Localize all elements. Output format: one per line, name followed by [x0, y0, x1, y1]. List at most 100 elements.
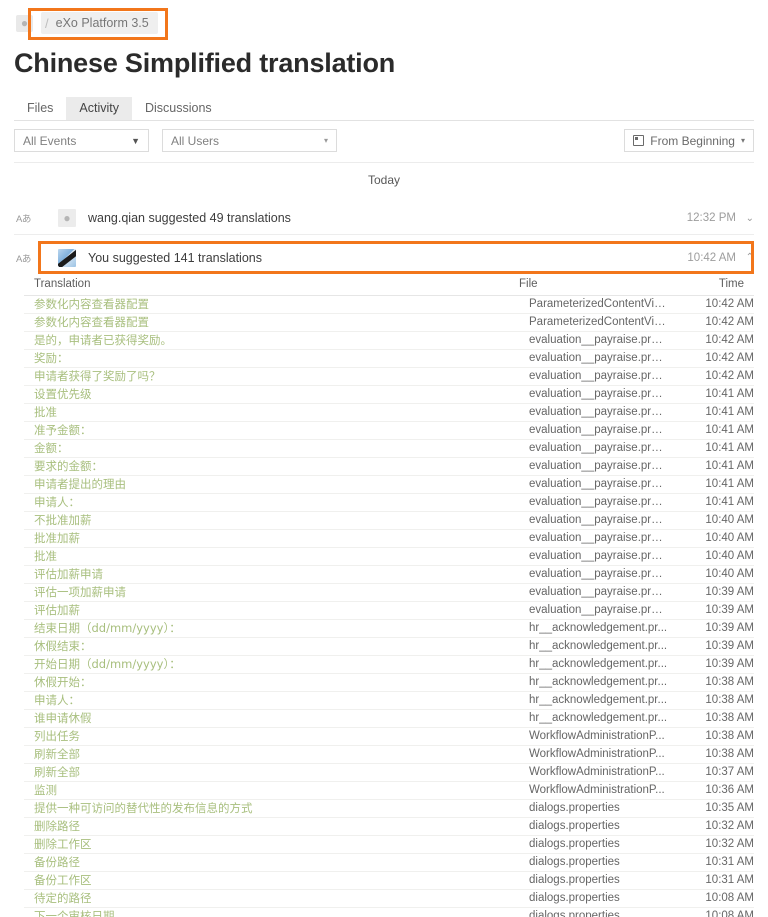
cell-translation[interactable]: 刷新全部	[24, 763, 519, 782]
table-row[interactable]: 评估加薪 evaluation__payraise.prop... 10:39 AM	[24, 601, 754, 620]
table-row[interactable]: 列出任务 WorkflowAdministrationP... 10:38 AM	[24, 727, 754, 746]
table-row[interactable]: 准予金额： evaluation__payraise.prop... 10:41 A…	[24, 421, 754, 440]
chevron-up-icon[interactable]: ⌃	[740, 252, 754, 263]
cell-translation[interactable]: 提供一种可访问的替代性的发布信息的方式	[24, 799, 519, 818]
cell-translation[interactable]: 参数化内容查看器配置	[24, 313, 519, 332]
cell-translation[interactable]: 休假结束：	[24, 637, 519, 656]
table-row[interactable]: 批准 evaluation__payraise.prop... 10:41 AM	[24, 403, 754, 422]
cell-translation[interactable]: 申请人：	[24, 493, 519, 512]
cell-translation[interactable]: 申请人：	[24, 691, 519, 710]
column-header-translation[interactable]: Translation	[24, 276, 519, 296]
cell-translation[interactable]: 待定的路径	[24, 889, 519, 908]
table-row[interactable]: 申请者提出的理由 evaluation__payraise.prop... 10:4…	[24, 475, 754, 494]
activity-text: wang.qian suggested 49 translations	[88, 211, 291, 225]
cell-translation[interactable]: 奖励：	[24, 349, 519, 368]
cell-file: ParameterizedContentVie...	[519, 295, 669, 314]
column-header-time[interactable]: Time	[669, 276, 754, 296]
cell-translation[interactable]: 准予金额：	[24, 421, 519, 440]
cell-translation[interactable]: 金额：	[24, 439, 519, 458]
tab-discussions[interactable]: Discussions	[132, 97, 225, 120]
cell-translation[interactable]: 列出任务	[24, 727, 519, 746]
table-row[interactable]: 是的，申请者已获得奖励。 evaluation__payraise.prop...…	[24, 331, 754, 350]
table-row[interactable]: 申请人： evaluation__payraise.prop... 10:41 AM	[24, 493, 754, 512]
table-row[interactable]: 刷新全部 WorkflowAdministrationP... 10:37 AM	[24, 763, 754, 782]
table-row[interactable]: 申请者获得了奖励了吗？ evaluation__payraise.prop... 1…	[24, 367, 754, 386]
cell-translation[interactable]: 结束日期（dd/mm/yyyy）：	[24, 619, 519, 638]
cell-translation[interactable]: 监测	[24, 781, 519, 800]
table-row[interactable]: 要求的金额： evaluation__payraise.prop... 10:41 …	[24, 457, 754, 476]
cell-translation[interactable]: 评估加薪	[24, 601, 519, 620]
chevron-down-icon[interactable]: ⌄	[740, 213, 754, 224]
table-row[interactable]: 休假结束： hr__acknowledgement.pr... 10:39 AM	[24, 637, 754, 656]
user-photo-avatar-icon[interactable]	[58, 248, 76, 267]
cell-translation[interactable]: 休假开始：	[24, 673, 519, 692]
cell-translation[interactable]: 批准	[24, 403, 519, 422]
cell-file: dialogs.properties	[519, 799, 669, 818]
default-user-avatar-icon[interactable]: ●	[58, 209, 76, 227]
cell-translation[interactable]: 是的，申请者已获得奖励。	[24, 331, 519, 350]
cell-translation[interactable]: 申请者提出的理由	[24, 475, 519, 494]
date-range-button[interactable]: From Beginning ▾	[624, 129, 754, 152]
tab-files[interactable]: Files	[14, 97, 66, 120]
table-row[interactable]: 评估一项加薪申请 evaluation__payraise.prop... 10:3…	[24, 583, 754, 602]
table-row[interactable]: 监测 WorkflowAdministrationP... 10:36 AM	[24, 781, 754, 800]
table-row[interactable]: 刷新全部 WorkflowAdministrationP... 10:38 AM	[24, 745, 754, 764]
cell-translation[interactable]: 不批准加薪	[24, 511, 519, 530]
cell-translation[interactable]: 要求的金额：	[24, 457, 519, 476]
cell-translation[interactable]: 备份工作区	[24, 871, 519, 890]
cell-translation[interactable]: 参数化内容查看器配置	[24, 295, 519, 314]
table-row[interactable]: 谁申请休假 hr__acknowledgement.pr... 10:38 AM	[24, 709, 754, 728]
table-row[interactable]: 奖励： evaluation__payraise.prop... 10:42 AM	[24, 349, 754, 368]
cell-translation[interactable]: 删除路径	[24, 817, 519, 836]
activity-row-you[interactable]: Aあ You suggested 141 translations 10:42 …	[14, 241, 754, 274]
users-filter-select[interactable]: All Users ▾	[162, 129, 337, 152]
cell-translation[interactable]: 批准	[24, 547, 519, 566]
table-row[interactable]: 待定的路径 dialogs.properties 10:08 AM	[24, 889, 754, 908]
cell-time: 10:31 AM	[669, 853, 754, 872]
table-row[interactable]: 备份工作区 dialogs.properties 10:31 AM	[24, 871, 754, 890]
table-row[interactable]: 不批准加薪 evaluation__payraise.prop... 10:40 A…	[24, 511, 754, 530]
tab-activity[interactable]: Activity	[66, 97, 132, 120]
table-row[interactable]: 设置优先级 evaluation__payraise.prop... 10:41 A…	[24, 385, 754, 404]
table-row[interactable]: 删除路径 dialogs.properties 10:32 AM	[24, 817, 754, 836]
table-row[interactable]: 参数化内容查看器配置 ParameterizedContentVie... 10:4…	[24, 295, 754, 314]
cell-file: evaluation__payraise.prop...	[519, 421, 669, 440]
cell-time: 10:40 AM	[669, 565, 754, 584]
table-row[interactable]: 参数化内容查看器配置 ParameterizedContentVie... 10:4…	[24, 313, 754, 332]
column-header-file[interactable]: File	[519, 276, 669, 296]
cell-translation[interactable]: 申请者获得了奖励了吗？	[24, 367, 519, 386]
cell-translation[interactable]: 评估一项加薪申请	[24, 583, 519, 602]
cell-translation[interactable]: 设置优先级	[24, 385, 519, 404]
table-row[interactable]: 删除工作区 dialogs.properties 10:32 AM	[24, 835, 754, 854]
breadcrumb-project-chip[interactable]: / eXo Platform 3.5	[41, 12, 158, 34]
table-row[interactable]: 批准加薪 evaluation__payraise.prop... 10:40 AM	[24, 529, 754, 548]
table-row[interactable]: 下一个审核日期 dialogs.properties 10:08 AM	[24, 907, 754, 917]
cell-translation[interactable]: 删除工作区	[24, 835, 519, 854]
table-row[interactable]: 批准 evaluation__payraise.prop... 10:40 AM	[24, 547, 754, 566]
table-row[interactable]: 金额： evaluation__payraise.prop... 10:41 AM	[24, 439, 754, 458]
activity-row-wang-qian[interactable]: Aあ ● wang.qian suggested 49 translations…	[14, 202, 754, 235]
cell-time: 10:35 AM	[669, 799, 754, 818]
cell-file: hr__acknowledgement.pr...	[519, 637, 669, 656]
cell-translation[interactable]: 刷新全部	[24, 745, 519, 764]
cell-time: 10:40 AM	[669, 511, 754, 530]
table-row[interactable]: 开始日期（dd/mm/yyyy）： hr__acknowledgement.pr.…	[24, 655, 754, 674]
cell-translation[interactable]: 开始日期（dd/mm/yyyy）：	[24, 655, 519, 674]
caret-down-icon: ▼	[131, 135, 140, 146]
cell-translation[interactable]: 谁申请休假	[24, 709, 519, 728]
table-row[interactable]: 备份路径 dialogs.properties 10:31 AM	[24, 853, 754, 872]
cell-translation[interactable]: 评估加薪申请	[24, 565, 519, 584]
cell-translation[interactable]: 批准加薪	[24, 529, 519, 548]
activity-page: ● / eXo Platform 3.5 Chinese Simplified …	[0, 0, 768, 917]
translation-lang-icon: Aあ	[16, 214, 31, 225]
table-row[interactable]: 申请人： hr__acknowledgement.pr... 10:38 AM	[24, 691, 754, 710]
user-avatar-icon[interactable]: ●	[16, 14, 33, 32]
events-filter-select[interactable]: All Events ▼	[14, 129, 149, 152]
table-row[interactable]: 结束日期（dd/mm/yyyy）： hr__acknowledgement.pr.…	[24, 619, 754, 638]
cell-time: 10:41 AM	[669, 439, 754, 458]
table-row[interactable]: 评估加薪申请 evaluation__payraise.prop... 10:40 …	[24, 565, 754, 584]
table-row[interactable]: 休假开始： hr__acknowledgement.pr... 10:38 AM	[24, 673, 754, 692]
table-row[interactable]: 提供一种可访问的替代性的发布信息的方式 dialogs.properties 10:…	[24, 799, 754, 818]
cell-translation[interactable]: 备份路径	[24, 853, 519, 872]
cell-translation[interactable]: 下一个审核日期	[24, 907, 519, 917]
